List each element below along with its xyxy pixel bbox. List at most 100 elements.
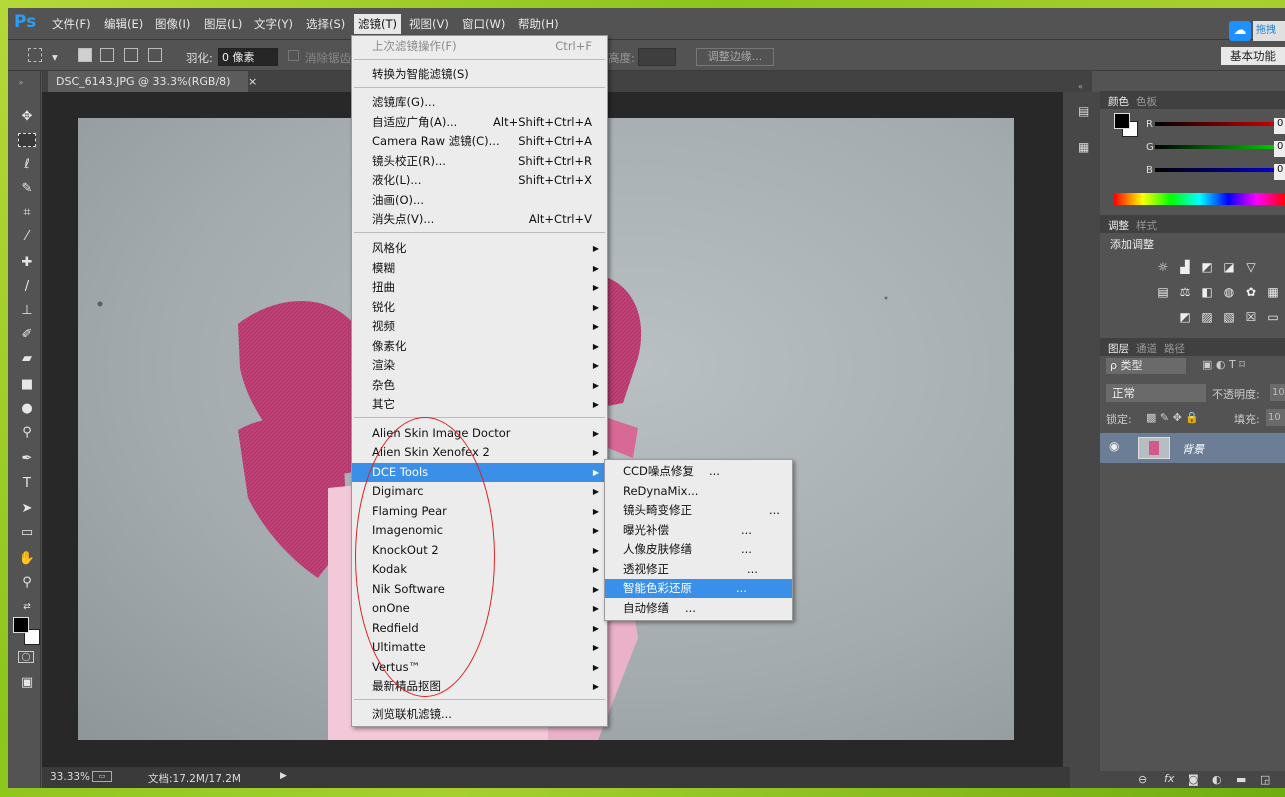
submenu-redynamix[interactable]: ReDynaMix... [605,482,792,501]
channel-mixer-icon[interactable]: ✿ [1244,286,1258,298]
layer-style-fx-icon[interactable]: fx [1164,772,1174,785]
submenu-auto-repair[interactable]: 自动修缮... [605,599,792,618]
submenu-ccd-noise[interactable]: CCD噪点修复... [605,462,792,481]
tab-color[interactable]: 颜色 [1108,94,1129,109]
menu-render[interactable]: 渲染 ▶ [352,356,607,375]
menu-layer[interactable]: 图层(L) [204,16,242,32]
menu-liquify[interactable]: 液化(L)... Shift+Ctrl+X [352,171,607,190]
marquee-tool-icon[interactable] [18,133,36,147]
refine-edge-button[interactable]: 调整边缘... [696,48,774,66]
menu-lens-correction[interactable]: 镜头校正(R)... Shift+Ctrl+R [352,152,607,171]
new-group-icon[interactable]: ▬ [1236,773,1246,786]
opacity-input[interactable]: 10 [1270,384,1285,401]
submenu-skin-repair[interactable]: 人像皮肤修缮... [605,540,792,559]
menu-file[interactable]: 文件(F) [52,16,91,32]
gradient-tool-icon[interactable]: ■ [18,377,36,393]
foreground-color-swatch[interactable] [13,617,29,633]
gradient-map-icon[interactable]: ▭ [1266,311,1280,323]
feather-input[interactable]: 0 像素 [218,48,278,66]
hand-tool-icon[interactable]: ✋ [18,551,36,567]
menu-browse-online-filters[interactable]: 浏览联机滤镜... [352,705,607,724]
blue-slider[interactable] [1155,168,1285,172]
eyedropper-tool-icon[interactable]: ⁄ [18,229,36,245]
new-selection-icon[interactable] [78,48,92,62]
menu-filter[interactable]: 滤镜(T) [354,14,401,34]
status-menu-arrow-icon[interactable]: ▶ [280,771,287,781]
color-lookup-icon[interactable]: ▦ [1266,286,1280,298]
swap-colors-icon[interactable]: ⇄ [18,599,36,615]
workspace-switcher[interactable]: 基本功能 [1221,47,1285,65]
lock-icons[interactable]: ▩ ✎ ✥ 🔒 [1146,411,1199,424]
menu-pixelate[interactable]: 像素化 ▶ [352,337,607,356]
red-slider[interactable] [1155,122,1285,126]
blue-value[interactable]: 0 [1274,164,1285,180]
vibrance-icon[interactable]: ▽ [1244,261,1258,273]
invert-icon[interactable]: ◩ [1178,311,1192,323]
healing-brush-tool-icon[interactable]: ✚ [18,255,36,271]
path-select-tool-icon[interactable]: ➤ [18,501,36,517]
lasso-tool-icon[interactable]: ℓ [18,157,36,173]
layer-filter-kind[interactable]: ρ 类型 [1106,358,1186,374]
new-fill-layer-icon[interactable]: ◐ [1212,773,1222,786]
preset-dropdown-arrow-icon[interactable]: ▾ [52,50,58,64]
curves-icon[interactable]: ◩ [1200,261,1214,273]
eraser-tool-icon[interactable]: ▰ [18,351,36,367]
marquee-preset-icon[interactable] [28,48,42,62]
add-selection-icon[interactable] [100,48,114,62]
tab-styles[interactable]: 样式 [1136,218,1157,233]
intersect-selection-icon[interactable] [148,48,162,62]
black-white-icon[interactable]: ◧ [1200,286,1214,298]
screen-mode-icon[interactable]: ▣ [18,675,36,691]
menu-oil-paint[interactable]: 油画(O)... [352,191,607,210]
layer-visibility-eye-icon[interactable]: ◉ [1109,439,1119,453]
top-right-button[interactable]: 拖拽 [1253,21,1285,41]
color-fg-swatch[interactable] [1114,113,1130,129]
zoom-tool-icon[interactable]: ⚲ [18,575,36,591]
brightness-icon[interactable]: ☼ [1156,261,1170,273]
menu-sharpen[interactable]: 锐化 ▶ [352,298,607,317]
blend-mode-select[interactable]: 正常 [1106,384,1206,402]
menu-blur[interactable]: 模糊 ▶ [352,259,607,278]
menu-last-filter[interactable]: 上次滤镜操作(F) Ctrl+F [352,37,607,56]
close-tab-icon[interactable]: × [248,75,257,88]
height-input[interactable] [638,48,676,66]
quick-mask-icon[interactable]: ◯ [18,651,34,663]
shape-tool-icon[interactable]: ▭ [18,525,36,541]
zoom-level[interactable]: 33.33% [50,771,90,783]
crop-tool-icon[interactable]: ⌗ [18,205,36,221]
menu-select[interactable]: 选择(S) [306,16,345,32]
status-preview-icon[interactable]: ▭ [92,771,112,782]
layer-name[interactable]: 背景 [1182,441,1204,457]
antialias-checkbox[interactable] [288,50,299,61]
quick-select-tool-icon[interactable]: ✎ [18,181,36,197]
tab-swatches[interactable]: 色板 [1136,94,1157,109]
submenu-perspective[interactable]: 透视修正... [605,560,792,579]
menu-window[interactable]: 窗口(W) [462,16,505,32]
add-mask-icon[interactable]: ◙ [1188,773,1199,786]
photo-filter-icon[interactable]: ◍ [1222,286,1236,298]
hue-saturation-icon[interactable]: ▤ [1156,286,1170,298]
exposure-icon[interactable]: ◪ [1222,261,1236,273]
dodge-tool-icon[interactable]: ⚲ [18,425,36,441]
subtract-selection-icon[interactable] [124,48,138,62]
menu-latest-matting[interactable]: 最新精品抠图 ▶ [352,677,607,696]
menu-type[interactable]: 文字(Y) [254,16,293,32]
new-layer-icon[interactable]: ◲ [1260,773,1270,786]
red-value[interactable]: 0 [1274,118,1285,134]
history-panel-icon[interactable]: ▤ [1078,104,1089,118]
menu-other[interactable]: 其它 ▶ [352,395,607,414]
submenu-smart-color[interactable]: 智能色彩还原... [605,579,792,598]
menu-camera-raw[interactable]: Camera Raw 滤镜(C)... Shift+Ctrl+A [352,132,607,151]
threshold-icon[interactable]: ▧ [1222,311,1236,323]
menu-video[interactable]: 视频 ▶ [352,317,607,336]
move-tool-icon[interactable]: ✥ [18,109,36,125]
submenu-lens-distortion[interactable]: 镜头畸变修正... [605,501,792,520]
layer-row-background[interactable]: ◉ 背景 [1100,433,1285,463]
menu-view[interactable]: 视图(V) [409,16,449,32]
link-layers-icon[interactable]: ⊖ [1138,773,1147,786]
menu-noise[interactable]: 杂色 ▶ [352,376,607,395]
tab-layers[interactable]: 图层 [1108,341,1129,356]
green-value[interactable]: 0 [1274,141,1285,157]
submenu-exposure[interactable]: 曝光补偿... [605,521,792,540]
tab-channels[interactable]: 通道 [1136,341,1157,356]
